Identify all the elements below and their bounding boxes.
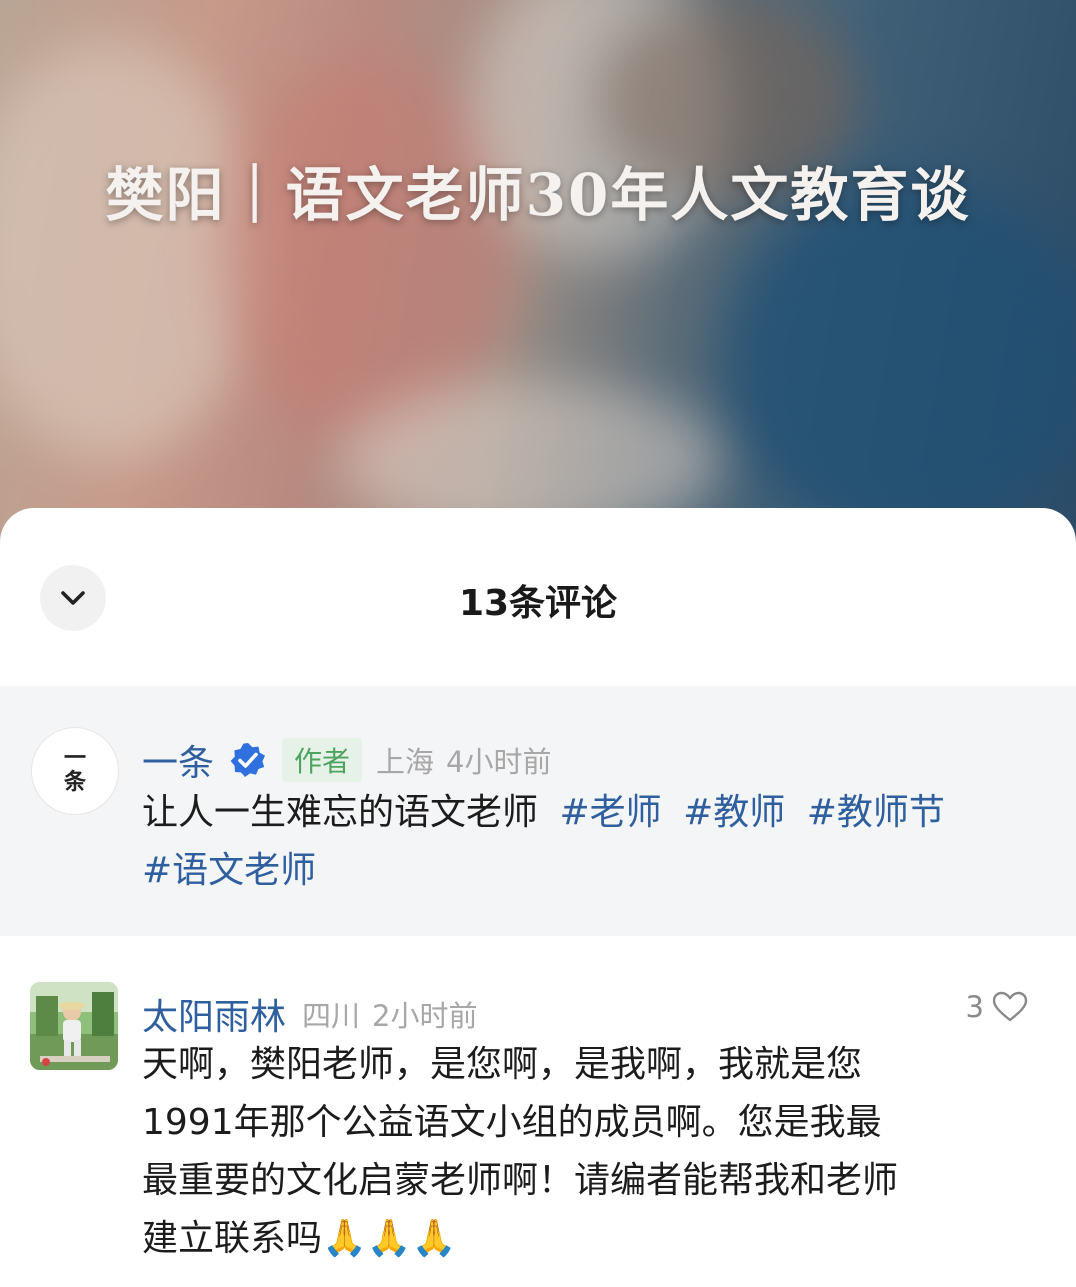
like-button[interactable]: 3 [966, 990, 1028, 1024]
hashtag-link[interactable]: #教师 [683, 792, 785, 833]
cover-title: 樊阳｜语文老师30年人文教育谈 [105, 161, 971, 229]
comment-location: 四川 [302, 999, 361, 1033]
username[interactable]: 一条 [142, 734, 214, 786]
avatar-text: 条 [63, 770, 86, 795]
hashtag-link[interactable]: #老师 [559, 792, 661, 833]
like-count: 3 [965, 990, 984, 1024]
comment-location: 上海 [376, 745, 435, 779]
username[interactable]: 太阳雨林 [142, 988, 286, 1040]
avatar[interactable] [30, 982, 118, 1070]
comment-line: 1991年那个公益语文小组的成员啊。您是我最 [142, 1102, 882, 1143]
comment-body: 天啊，樊阳老师，是您啊，是我啊，我就是您 1991年那个公益语文小组的成员啊。您… [142, 1036, 1052, 1268]
comment-line: 建立联系吗🙏🙏🙏 [142, 1218, 457, 1259]
comment-time: 2小时前 [372, 999, 478, 1033]
comment-text: 让人一生难忘的语文老师 [142, 792, 539, 833]
verified-badge-icon [230, 743, 266, 777]
hashtag-link[interactable]: #语文老师 [142, 850, 316, 891]
video-cover[interactable]: 樊阳｜语文老师30年人文教育谈 [0, 0, 1076, 560]
author-comment[interactable]: 一 条 一条 作者 上海 4小时前 让人一生难忘的语文老师 #老师 #教师 #教… [0, 686, 1076, 936]
comments-count-title: 13条评论 [458, 583, 618, 624]
heart-outline-icon [992, 991, 1028, 1022]
avatar-text: 一 [63, 746, 86, 771]
cover-blur-shape [720, 180, 1076, 540]
comment-time: 4小时前 [446, 745, 552, 779]
comment-line: 天啊，樊阳老师，是您啊，是我啊，我就是您 [142, 1044, 863, 1085]
comment-header: 一条 作者 上海 4小时前 [142, 734, 552, 786]
comment-body: 让人一生难忘的语文老师 #老师 #教师 #教师节 #语文老师 [142, 784, 1042, 900]
avatar[interactable]: 一 条 [32, 728, 118, 814]
author-tag: 作者 [282, 738, 363, 782]
comment-header: 太阳雨林 四川 2小时前 [142, 988, 477, 1040]
avatar-photo [30, 982, 118, 1070]
comments-sheet: 13条评论 一 条 一条 作者 上海 4小时前 让人一生难忘的语文老师 #老师 … [0, 508, 1076, 1287]
comment-line: 最重要的文化启蒙老师啊！请编者能帮我和老师 [142, 1160, 899, 1201]
hashtag-link[interactable]: #教师节 [807, 792, 945, 833]
